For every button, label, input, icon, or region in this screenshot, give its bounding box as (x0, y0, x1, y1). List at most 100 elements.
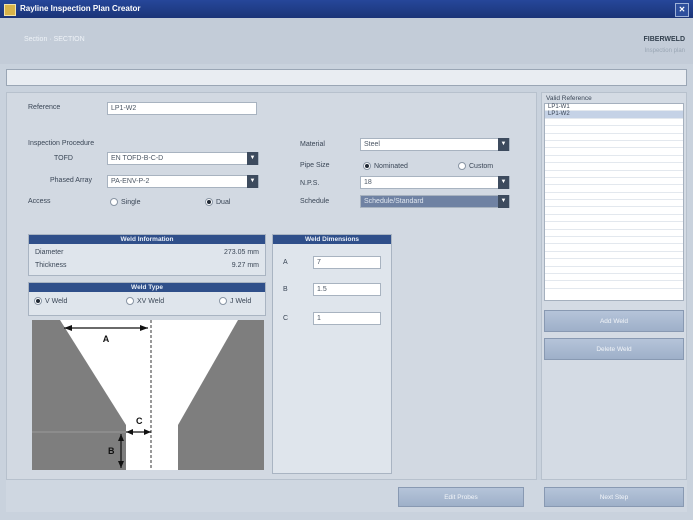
list-item-empty (545, 178, 683, 186)
list-item-empty (545, 200, 683, 208)
inspection-procedure-label: Inspection Procedure (28, 140, 95, 147)
weld-type-option-v[interactable]: V Weld (34, 297, 67, 305)
radio-icon[interactable] (458, 162, 466, 170)
radio-selected-icon[interactable] (205, 198, 213, 206)
reference-input[interactable]: LP1-W2 (107, 102, 257, 115)
weld-type-option-j[interactable]: J Weld (219, 297, 251, 305)
header-right-title: FIBERWELD (643, 36, 685, 43)
list-item-empty (545, 274, 683, 282)
header-left-text: Section · SECTION (24, 36, 85, 43)
access-label: Access (28, 198, 51, 205)
radio-icon[interactable] (219, 297, 227, 305)
dimension-c-input[interactable]: 1 (313, 312, 381, 325)
chevron-down-icon[interactable]: ▼ (247, 152, 258, 165)
material-label: Material (300, 141, 325, 148)
weld-dimensions-panel: Weld Dimensions A 7 B 1.5 C 1 (272, 234, 392, 474)
tofd-select[interactable]: EN TOFD-B-C-D ▼ (107, 152, 259, 165)
progress-bar (6, 69, 687, 86)
dim-label-a: A (103, 334, 110, 344)
list-item-empty (545, 171, 683, 178)
nps-value: 18 (364, 179, 372, 186)
valid-reference-title: Valid Reference (546, 95, 592, 102)
nps-select[interactable]: 18 ▼ (360, 176, 510, 189)
weld-information-title: Weld Information (29, 235, 265, 244)
schedule-label: Schedule (300, 198, 330, 205)
list-item-selected[interactable]: LP1-W2 (545, 111, 683, 119)
pipe-size-label: Pipe Size (300, 162, 330, 169)
list-item-empty (545, 207, 683, 215)
list-item-empty (545, 119, 683, 127)
schedule-value: Schedule/Standard (364, 198, 424, 205)
dim-label-c: C (136, 416, 143, 426)
close-button[interactable]: ✕ (675, 3, 689, 17)
list-item[interactable]: LP1-W1 (545, 104, 683, 112)
material-value: Steel (364, 141, 380, 148)
list-item-empty (545, 156, 683, 164)
list-item-empty (545, 215, 683, 223)
radio-selected-icon[interactable] (34, 297, 42, 305)
header (0, 18, 693, 64)
access-option-single[interactable]: Single (110, 198, 140, 206)
dimension-a-label: A (283, 259, 288, 266)
phased-array-label: Phased Array (50, 177, 93, 184)
thickness-label: Thickness (35, 262, 67, 269)
tofd-label: TOFD (54, 155, 73, 162)
schedule-select[interactable]: Schedule/Standard ▼ (360, 195, 510, 208)
chevron-down-icon[interactable]: ▼ (498, 138, 509, 151)
plate-right (178, 320, 264, 470)
dimension-b-input[interactable]: 1.5 (313, 283, 381, 296)
list-item-empty (545, 126, 683, 134)
dimension-b-label: B (283, 286, 288, 293)
diameter-value: 273.05 mm (223, 249, 259, 256)
window-title: Rayline Inspection Plan Creator (20, 4, 141, 13)
list-item-empty (545, 148, 683, 156)
dim-label-b: B (108, 446, 115, 456)
phased-array-value: PA-ENV-P-2 (111, 178, 150, 185)
access-option-dual[interactable]: Dual (205, 198, 230, 206)
radio-icon[interactable] (110, 198, 118, 206)
list-item-empty (545, 134, 683, 141)
phased-array-select[interactable]: PA-ENV-P-2 ▼ (107, 175, 259, 188)
valid-reference-list[interactable]: LP1-W1 LP1-W2 (544, 103, 684, 301)
list-item-empty (545, 185, 683, 193)
weld-information-panel: Weld Information Diameter 273.05 mm Thic… (28, 234, 266, 276)
weld-type-panel: Weld Type V Weld XV Weld J Weld (28, 282, 266, 316)
list-item-empty (545, 267, 683, 274)
thickness-value: 9.27 mm (231, 262, 259, 269)
pipe-size-option-custom[interactable]: Custom (458, 162, 493, 170)
dimension-a-input[interactable]: 7 (313, 256, 381, 269)
app-icon (4, 4, 16, 16)
dimension-c-label: C (283, 315, 289, 322)
list-item-empty (545, 141, 683, 149)
list-item-empty (545, 163, 683, 171)
chevron-down-icon[interactable]: ▼ (247, 175, 258, 188)
list-item-empty (545, 222, 683, 230)
weld-type-option-xv[interactable]: XV Weld (126, 297, 164, 305)
add-weld-button[interactable]: Add Weld (544, 310, 684, 332)
delete-weld-button[interactable]: Delete Weld (544, 338, 684, 360)
radio-selected-icon[interactable] (363, 162, 371, 170)
list-item-empty (545, 244, 683, 252)
nps-label: N.P.S. (300, 180, 320, 187)
weld-dimensions-title: Weld Dimensions (273, 235, 391, 244)
list-item-empty (545, 237, 683, 245)
weld-diagram: A B C (32, 320, 264, 470)
next-step-button[interactable]: Next Step (544, 487, 684, 507)
title-bar: Rayline Inspection Plan Creator ✕ (0, 0, 693, 18)
diameter-label: Diameter (35, 249, 64, 256)
radio-icon[interactable] (126, 297, 134, 305)
weld-type-title: Weld Type (29, 283, 265, 292)
chevron-down-icon[interactable]: ▼ (498, 195, 509, 208)
pipe-size-option-nominated[interactable]: Nominated (363, 162, 408, 170)
list-item-empty (545, 281, 683, 289)
list-item-empty (545, 230, 683, 238)
reference-label: Reference (28, 104, 61, 111)
weld-diagram-drawing: A B C (32, 320, 264, 470)
list-item-empty (545, 259, 683, 267)
chevron-down-icon[interactable]: ▼ (498, 176, 509, 189)
tofd-value: EN TOFD-B-C-D (111, 155, 164, 162)
list-item-empty (545, 193, 683, 201)
list-item-empty (545, 252, 683, 260)
material-select[interactable]: Steel ▼ (360, 138, 510, 151)
edit-probes-button[interactable]: Edit Probes (398, 487, 524, 507)
